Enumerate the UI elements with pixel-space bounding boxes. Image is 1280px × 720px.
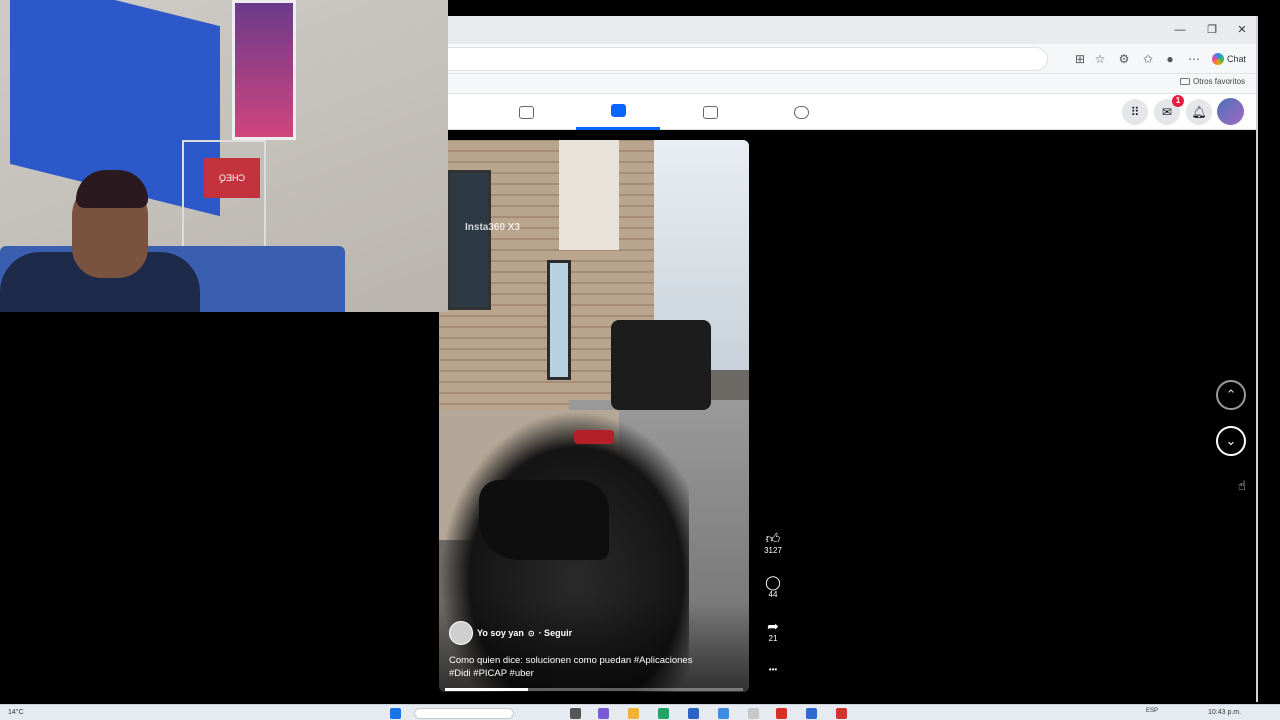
- grid-icon: ⠿: [1130, 105, 1140, 119]
- app-available-icon[interactable]: ⊞: [1072, 51, 1088, 67]
- webcam-sign-text: CHEQ: [219, 173, 246, 183]
- other-favorites[interactable]: Otros favoritos: [1180, 77, 1245, 86]
- other-favorites-label: Otros favoritos: [1193, 77, 1246, 86]
- favorites-icon[interactable]: ✩: [1140, 51, 1156, 67]
- profile-icon[interactable]: ●: [1162, 51, 1178, 67]
- taskbar: 14°C ESP 10:43 p.m.: [0, 704, 1280, 720]
- more-icon: •••: [768, 665, 778, 674]
- copilot-icon: [1212, 53, 1224, 65]
- video-door: [547, 260, 571, 380]
- gmail-icon[interactable]: [776, 708, 787, 719]
- webcam-art-poster: [232, 0, 296, 140]
- app-icon-4[interactable]: [836, 708, 847, 719]
- app-icon-2[interactable]: [748, 708, 759, 719]
- clock[interactable]: 10:43 p.m.: [1208, 709, 1241, 716]
- favorites-bar: Otros favoritos: [448, 74, 1256, 94]
- close-button[interactable]: ✕: [1234, 22, 1250, 38]
- like-count: 3127: [764, 546, 782, 555]
- menu-grid-button[interactable]: ⠿: [1122, 99, 1148, 125]
- gaming-icon: [793, 105, 809, 119]
- reel-caption: Como quien dice: solucionen como puedan …: [449, 654, 739, 680]
- messenger-badge: 1: [1172, 95, 1184, 107]
- video-window: [447, 170, 491, 310]
- tab-marketplace[interactable]: [668, 94, 752, 130]
- video-glove: [479, 480, 609, 560]
- more-options-action[interactable]: •••: [758, 662, 788, 678]
- follow-button[interactable]: · Seguir: [539, 628, 573, 638]
- verified-icon: ⊙: [527, 628, 535, 638]
- copilot-chat-button[interactable]: Chat: [1212, 49, 1246, 69]
- video-red-accent: [574, 430, 614, 444]
- bell-icon: 🔔︎: [1191, 105, 1207, 119]
- author-avatar[interactable]: [449, 621, 473, 645]
- chat-label: Chat: [1227, 54, 1247, 64]
- comment-count: 44: [768, 590, 778, 599]
- video-progress-fill: [445, 688, 529, 691]
- favorite-star-icon[interactable]: ☆: [1092, 51, 1108, 67]
- video-progress-bar[interactable]: [445, 688, 743, 691]
- chevron-down-icon: ⌄: [1225, 433, 1237, 448]
- more-menu-icon[interactable]: ⋯: [1186, 51, 1202, 67]
- tab-gaming[interactable]: [759, 94, 843, 130]
- task-view-icon[interactable]: [570, 708, 581, 719]
- file-explorer-icon[interactable]: [628, 708, 639, 719]
- start-icon[interactable]: [390, 708, 401, 719]
- app-icon-3[interactable]: [806, 708, 817, 719]
- address-bar-row: ⊞ ☆ ⚙ ✩ ● ⋯ Chat: [448, 44, 1256, 74]
- minimize-button[interactable]: —: [1172, 22, 1188, 38]
- reels-icon: [610, 104, 626, 117]
- account-avatar[interactable]: [1217, 98, 1244, 125]
- maximize-button[interactable]: ❐: [1204, 22, 1220, 38]
- reel-video[interactable]: Insta360 X3 Yo soy yan ⊙ · Seguir Como q…: [439, 140, 749, 692]
- marketplace-icon: [702, 105, 718, 119]
- share-count: 21: [768, 634, 778, 643]
- screen: — ❐ ✕ ⊞ ☆ ⚙ ✩ ● ⋯ Chat Otros favoritos ⠿…: [0, 0, 1280, 720]
- reel-author[interactable]: Yo soy yan ⊙ · Seguir: [449, 621, 572, 645]
- feed-icon: [518, 105, 534, 119]
- notifications-button[interactable]: 🔔︎: [1186, 99, 1212, 125]
- messenger-icon: ✉: [1161, 105, 1173, 119]
- webcam-red-sign: CHEQ: [204, 158, 260, 198]
- comment-icon: ◯: [765, 574, 781, 590]
- share-icon: ➦: [767, 618, 779, 634]
- tab-feed[interactable]: [484, 94, 568, 130]
- video-balcony: [559, 140, 619, 250]
- copilot-taskbar-icon[interactable]: [598, 708, 609, 719]
- tab-reels[interactable]: [576, 94, 660, 130]
- hand-cursor-icon: ☝︎: [1238, 478, 1246, 493]
- next-reel-button[interactable]: ⌄: [1216, 426, 1246, 456]
- app-icon[interactable]: [718, 708, 729, 719]
- caption-line-2[interactable]: #Didi #PICAP #uber: [449, 667, 739, 680]
- store-icon[interactable]: [688, 708, 699, 719]
- video-watermark: Insta360 X3: [465, 222, 521, 233]
- thumbs-up-icon: 👍︎: [765, 530, 781, 546]
- folder-icon: [1180, 78, 1190, 85]
- taskbar-search[interactable]: [414, 708, 514, 719]
- video-delivery-box: [611, 320, 711, 410]
- extensions-icon[interactable]: ⚙: [1116, 51, 1132, 67]
- share-action[interactable]: ➦ 21: [758, 618, 788, 644]
- edge-icon[interactable]: [658, 708, 669, 719]
- caption-line-1: Como quien dice: solucionen como puedan …: [449, 655, 693, 666]
- like-action[interactable]: 👍︎ 3127: [758, 530, 788, 556]
- address-input[interactable]: [448, 47, 1048, 71]
- chevron-up-icon: ⌃: [1225, 387, 1237, 402]
- weather-widget[interactable]: 14°C: [8, 709, 24, 716]
- comment-action[interactable]: ◯ 44: [758, 574, 788, 600]
- messenger-button[interactable]: ✉ 1: [1154, 95, 1184, 125]
- webcam-overlay: CHEQ: [0, 0, 448, 312]
- language-indicator[interactable]: ESP: [1146, 708, 1158, 714]
- facebook-top-nav: ⠿ ✉ 1 🔔︎: [448, 94, 1256, 130]
- previous-reel-button[interactable]: ⌃: [1216, 380, 1246, 410]
- title-bar: — ❐ ✕: [448, 16, 1256, 44]
- author-name[interactable]: Yo soy yan: [477, 628, 524, 638]
